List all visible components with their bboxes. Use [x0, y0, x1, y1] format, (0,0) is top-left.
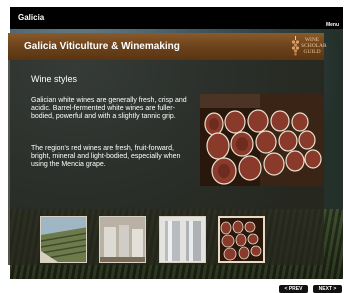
thumbnail-terraced-vineyard[interactable]: [40, 216, 87, 263]
wine-scholar-guild-logo: WINE SCHOLAR GUILD: [291, 35, 327, 58]
panel-title: Galicia Viticulture & Winemaking: [24, 41, 180, 52]
top-bar: Galicia Menu: [10, 7, 343, 29]
wine-barrels-photo: [200, 94, 323, 186]
terraced-vineyard-image: [41, 217, 86, 262]
section-title: Wine styles: [31, 74, 78, 84]
thumbnail-wine-barrels[interactable]: [218, 216, 265, 263]
logo-word-3: GUILD: [303, 49, 321, 55]
steel-tanks-image: [160, 217, 205, 262]
app-title: Galicia: [18, 13, 45, 22]
menu-button[interactable]: Menu: [326, 22, 339, 28]
logo-text: WINE SCHOLAR GUILD: [301, 37, 327, 55]
winery-tanks-image: [100, 217, 145, 262]
wine-barrels-image: [200, 94, 323, 186]
panel-header: Galicia Viticulture & Winemaking WINE SC…: [8, 33, 327, 60]
prev-button[interactable]: < PREV: [279, 285, 308, 293]
next-button[interactable]: NEXT >: [313, 285, 342, 293]
white-wines-paragraph: Galician white wines are generally fresh…: [31, 97, 187, 121]
thumbnail-winery-tanks[interactable]: [99, 216, 146, 263]
red-wines-paragraph: The region's red wines are fresh, fruit-…: [31, 145, 181, 169]
grape-logo-icon: [291, 36, 300, 56]
thumbnail-steel-tanks[interactable]: [159, 216, 206, 263]
wine-barrels-thumbnail-image: [220, 218, 263, 261]
